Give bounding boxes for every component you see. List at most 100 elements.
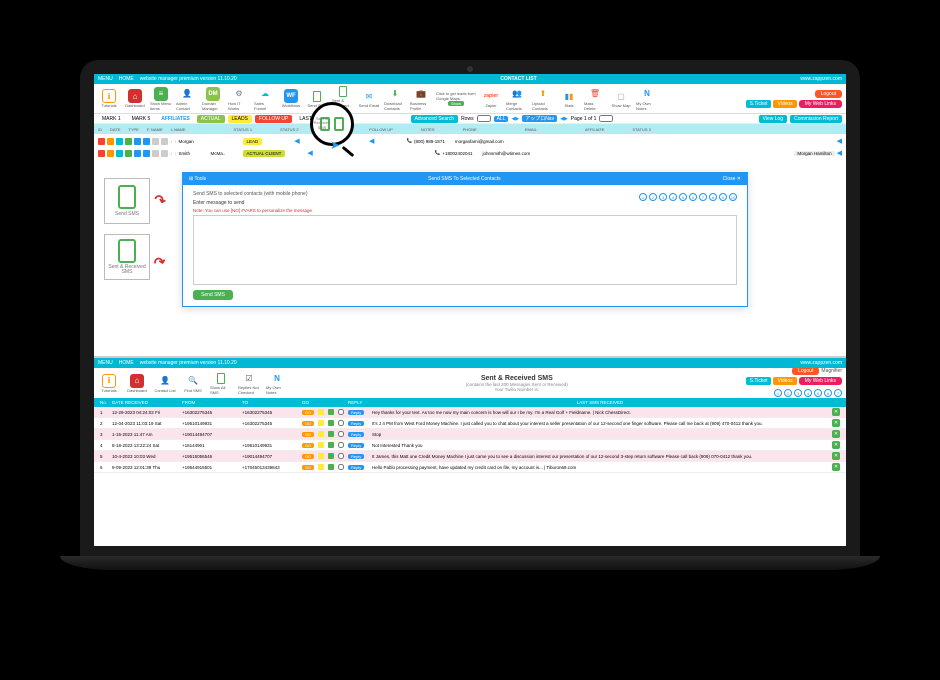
page-button[interactable]: 2 (784, 389, 792, 397)
videos-button[interactable]: Videos (773, 377, 796, 385)
delete-button[interactable]: ✕ (832, 408, 840, 416)
find-sms-button[interactable]: 🔍Find SMS (182, 374, 204, 393)
domain-manager-button[interactable]: DMDomain Manager (202, 87, 224, 111)
send-email-button[interactable]: ✉Send Email (358, 89, 380, 108)
ticket-button[interactable]: S.Ticket (746, 377, 772, 385)
go-button[interactable]: GO (302, 432, 314, 437)
reply-button[interactable]: Reply (348, 410, 364, 415)
download-contacts-button[interactable]: ⬇Download Contacts (384, 87, 406, 111)
videos-button[interactable]: Videos (773, 100, 796, 108)
tab-mark1[interactable]: MARK 1 (98, 115, 125, 123)
all-button[interactable]: ALL (494, 116, 509, 122)
tab-leads[interactable]: LEADS (228, 115, 252, 123)
page-button[interactable]: 7 (834, 389, 842, 397)
nav-button[interactable]: アップロNav (522, 115, 557, 122)
page-button[interactable]: 4 (804, 389, 812, 397)
page-button[interactable]: 6 (689, 193, 697, 201)
upload-contacts-button[interactable]: ⬆Upload Contacts (532, 87, 554, 111)
sms-row[interactable]: 112-29-2023 04:24:02 Fri+16302275345+163… (94, 407, 846, 418)
menu-label[interactable]: MENU (98, 76, 113, 82)
ticket-button[interactable]: S.Ticket (746, 100, 772, 108)
my-notes-button[interactable]: NMy Own Notes (636, 87, 658, 111)
page-button[interactable]: 7 (699, 193, 707, 201)
go-button[interactable]: GO (302, 454, 314, 459)
rows-input[interactable] (477, 115, 491, 122)
tutorials-button[interactable]: ℹTutorials (98, 89, 120, 108)
status-text: website manager premium version 11.10.20 (140, 76, 237, 82)
contact-row[interactable]: ↓↑ Smith McMa.. ACTUAL CLIENT ◀ 📞+180024… (98, 148, 842, 158)
page-button[interactable]: 1 (639, 193, 647, 201)
my-notes-button[interactable]: NMy Own Notes (266, 371, 288, 395)
show-menu-button[interactable]: ≡Show Menu Items (150, 87, 172, 111)
contact-list-button[interactable]: 👤Contact List (154, 374, 176, 393)
commission-button[interactable]: Commission Report (790, 115, 842, 123)
show-map-button[interactable]: ▢Show Map (610, 89, 632, 108)
reply-button[interactable]: Reply (348, 465, 364, 470)
contact-row[interactable]: ↓↑ Morgan LEAD ◀ ◀ ◀ 📞(800) 989-1871 mor… (98, 136, 842, 146)
delete-button[interactable]: ✕ (832, 452, 840, 460)
home-label[interactable]: HOME (119, 76, 134, 82)
go-button[interactable]: GO (302, 421, 314, 426)
page-button[interactable]: 3 (659, 193, 667, 201)
how-it-works-button[interactable]: ⚙How IT Works (228, 87, 250, 111)
page-button[interactable]: 10 (729, 193, 737, 201)
dashboard-button[interactable]: ⌂Dashboard (126, 374, 148, 393)
sms-row[interactable]: 212-04-2023 11:03:19 Sat+19510149931+163… (94, 418, 846, 429)
delete-button[interactable]: ✕ (832, 463, 840, 471)
viewlog-button[interactable]: View Log (759, 115, 787, 123)
sms-row[interactable]: 510-4-2023 10:03 Wed+19515056546+1901449… (94, 451, 846, 462)
show-all-sms-button[interactable]: Show All SMS (210, 371, 232, 395)
sms-row[interactable]: 48-18-2023 13:22:24 Sat+15144901+1951014… (94, 440, 846, 451)
page-button[interactable]: 1 (774, 389, 782, 397)
tab-actual[interactable]: ACTUAL (197, 115, 225, 123)
delete-button[interactable]: ✕ (832, 419, 840, 427)
reply-button[interactable]: Reply (348, 432, 364, 437)
google-maps-button[interactable]: Click to get leads from Google MapsShow (436, 91, 476, 106)
page-button[interactable]: 3 (794, 389, 802, 397)
send-sms-submit-button[interactable]: Send SMS (193, 290, 233, 300)
reply-button[interactable]: Reply (348, 443, 364, 448)
dashboard-button[interactable]: ⌂Dashboard (124, 89, 146, 108)
rows-label: Rows (461, 116, 474, 122)
status-icon (318, 453, 324, 459)
page-button[interactable]: 6 (824, 389, 832, 397)
replies-not-checked-button[interactable]: ☑Replies Not Checked (238, 371, 260, 395)
page-input[interactable] (599, 115, 613, 122)
delete-button[interactable]: ✕ (832, 441, 840, 449)
advanced-search-button[interactable]: Advanced Search (411, 115, 458, 123)
logout-button[interactable]: Logout (815, 90, 842, 98)
sms-message-input[interactable] (193, 215, 737, 285)
tab-followup[interactable]: FOLLOW UP (255, 115, 292, 123)
weblinks-button[interactable]: My Web Links (799, 377, 842, 385)
sms-row[interactable]: 69-09-2023 12:01:39 Thu+19544915501+1704… (94, 462, 846, 473)
menu-label[interactable]: MENU (98, 360, 113, 366)
tab-affiliates[interactable]: AFFILIATES (157, 115, 194, 123)
weblinks-button[interactable]: My Web Links (799, 100, 842, 108)
go-button[interactable]: GO (302, 410, 314, 415)
stats-button[interactable]: ▮▮Stats (558, 89, 580, 108)
page-button[interactable]: 2 (649, 193, 657, 201)
logout-button[interactable]: Logout (792, 367, 819, 375)
reply-button[interactable]: Reply (348, 421, 364, 426)
page-button[interactable]: 5 (814, 389, 822, 397)
page-button[interactable]: 9 (719, 193, 727, 201)
go-button[interactable]: GO (302, 465, 314, 470)
zapier-button[interactable]: zapierZapier (480, 89, 502, 108)
admin-contact-button[interactable]: 👤Admin Contact (176, 87, 198, 111)
tab-mark5[interactable]: MARK 5 (128, 115, 155, 123)
page-button[interactable]: 8 (709, 193, 717, 201)
sales-funnel-button[interactable]: ☁Sales Funnel (254, 87, 276, 111)
modal-close-button[interactable]: Close ✕ (723, 176, 741, 182)
sms-row[interactable]: 31-15-2023 11:47 Am+19014494707GOReplySt… (94, 429, 846, 440)
page-button[interactable]: 4 (669, 193, 677, 201)
delete-button[interactable]: ✕ (832, 430, 840, 438)
mass-delete-button[interactable]: 🗑Mass Delete (584, 87, 606, 111)
go-button[interactable]: GO (302, 443, 314, 448)
workflows-button[interactable]: WFWorkflows (280, 89, 302, 108)
reply-button[interactable]: Reply (348, 454, 364, 459)
tutorials-button[interactable]: ℹTutorials (98, 374, 120, 393)
home-label[interactable]: HOME (119, 360, 134, 366)
merge-contacts-button[interactable]: 👥Merge Contacts (506, 87, 528, 111)
business-profile-button[interactable]: 💼Business Profile (410, 87, 432, 111)
page-button[interactable]: 5 (679, 193, 687, 201)
